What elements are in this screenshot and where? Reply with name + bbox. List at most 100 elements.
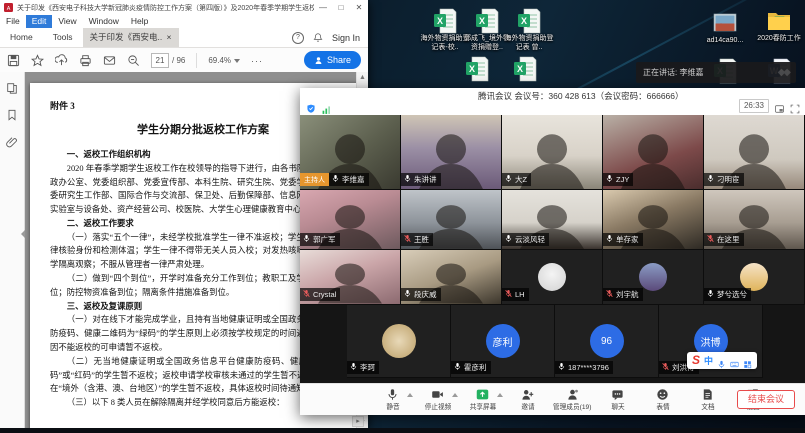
star-icon[interactable] — [31, 54, 44, 67]
security-shield-icon[interactable] — [306, 101, 316, 112]
mic-icon — [706, 289, 715, 300]
participant-tile[interactable]: 刁明宦 — [704, 115, 805, 190]
page-thumbnails-icon[interactable] — [6, 81, 18, 93]
fullscreen-icon[interactable] — [790, 101, 800, 111]
participant-tile[interactable]: 王胜 — [401, 190, 502, 250]
participant-tile[interactable]: 在这里 — [704, 190, 805, 250]
chevron-up-icon[interactable] — [452, 393, 458, 397]
maximize-button[interactable]: □ — [332, 0, 350, 15]
participant-tile[interactable]: LH — [502, 250, 603, 305]
chevron-up-icon[interactable] — [497, 393, 503, 397]
mic-muted-icon — [403, 234, 412, 245]
print-icon[interactable] — [79, 54, 92, 67]
desktop-icon-image[interactable]: ad14ca90... — [700, 10, 750, 46]
camera-button[interactable]: 停止视频 — [415, 388, 460, 412]
desktop-icon-excel[interactable]: X — [452, 56, 502, 82]
scroll-up-arrow[interactable]: ▲ — [357, 72, 368, 83]
page-number-input[interactable]: 21 — [151, 53, 169, 68]
participant-tile[interactable]: 郭广军 — [300, 190, 401, 250]
mic-icon — [331, 174, 340, 185]
ime-toolbar[interactable]: S 中 — [687, 352, 757, 369]
emoji-button[interactable]: 表情 — [640, 388, 685, 412]
help-icon[interactable]: ? — [292, 32, 304, 44]
desktop-icon-label: 2020春防工作 — [757, 35, 801, 44]
mic-button[interactable]: 静音 — [370, 388, 415, 412]
excel-file-icon: X — [475, 8, 499, 34]
participant-tile[interactable]: 单存家 — [603, 190, 704, 250]
minimize-window-icon[interactable] — [774, 101, 785, 111]
desktop-icon-folder[interactable]: 2020春防工作 — [754, 8, 804, 44]
menu-view[interactable]: View — [52, 15, 82, 28]
share-button[interactable]: Share — [304, 51, 361, 69]
close-button[interactable]: ✕ — [350, 0, 368, 15]
menu-window[interactable]: Window — [83, 15, 125, 28]
participant-name-tag: 主持人李维嘉 — [300, 173, 369, 186]
participant-tile[interactable]: 主持人李维嘉 — [300, 115, 401, 190]
mail-icon[interactable] — [103, 54, 116, 67]
desktop-icon-excel[interactable]: X海外物资捐助登记表 曾.. — [504, 8, 554, 53]
doc-button[interactable]: 文档 — [685, 388, 730, 412]
participant-tile[interactable]: 梦兮选兮 — [704, 250, 805, 305]
doc-icon — [701, 388, 714, 401]
end-meeting-button[interactable]: 结束会议 — [737, 390, 795, 409]
notifications-bell-icon[interactable] — [313, 32, 323, 43]
desktop-icon-excel[interactable]: X — [500, 56, 550, 82]
tab-document[interactable]: 关于印发《西安电.. × — [83, 28, 179, 47]
bookmarks-icon[interactable] — [6, 108, 18, 120]
mic-icon — [557, 362, 566, 373]
more-options-button[interactable]: ··· — [251, 56, 263, 66]
members-button[interactable]: 管理成员(19) — [550, 388, 595, 412]
mic-muted-icon — [504, 289, 513, 300]
sign-in-button[interactable]: Sign In — [332, 33, 360, 43]
invite-button[interactable]: 邀请 — [505, 388, 550, 412]
ime-mic-icon[interactable] — [717, 356, 726, 365]
search-zoom-icon[interactable] — [127, 54, 140, 67]
participant-name: Crystal — [313, 290, 336, 299]
chevron-up-icon[interactable] — [407, 393, 413, 397]
participant-tile[interactable]: 段庆威 — [401, 250, 502, 305]
menu-file[interactable]: File — [0, 15, 26, 28]
participant-tile[interactable]: 李珂 — [347, 305, 451, 378]
mic-icon — [453, 362, 462, 373]
minimize-button[interactable]: — — [314, 0, 332, 15]
share-person-icon — [314, 56, 323, 65]
pdf-titlebar: A 关于印发《西安电子科技大学新冠肺炎疫情防控工作方案（第四版）》及2020年春… — [0, 0, 368, 15]
network-signal-icon — [321, 102, 332, 112]
tab-close-icon[interactable]: × — [167, 28, 172, 47]
chat-button[interactable]: 聊天 — [595, 388, 640, 412]
attachments-clip-icon[interactable] — [6, 135, 18, 147]
tab-tools[interactable]: Tools — [43, 28, 83, 47]
emoji-icon — [656, 388, 669, 401]
participant-name-tag: 大Z — [502, 173, 531, 186]
toolbar-button-label: 管理成员(19) — [553, 402, 591, 412]
pdf-scroll-corner[interactable]: ▸ — [352, 416, 364, 427]
menu-help[interactable]: Help — [125, 15, 154, 28]
excel-file-icon: X — [465, 56, 489, 82]
mic-icon — [605, 234, 614, 245]
zoom-level-select[interactable]: 69.4% — [208, 56, 240, 65]
participant-avatar — [382, 324, 416, 358]
ime-keyboard-icon[interactable] — [730, 356, 739, 365]
participant-tile[interactable]: ZJY — [603, 115, 704, 190]
menu-edit[interactable]: Edit — [26, 15, 53, 28]
participant-tile[interactable]: 云淡风轻 — [502, 190, 603, 250]
participant-tile[interactable]: 96187****3796 — [555, 305, 659, 378]
participant-tile[interactable]: 彦利霍彦利 — [451, 305, 555, 378]
participant-tile[interactable]: 朱讲讲 — [401, 115, 502, 190]
upload-cloud-icon[interactable] — [55, 54, 68, 67]
svg-text:X: X — [437, 16, 443, 26]
participant-tile[interactable]: 大Z — [502, 115, 603, 190]
participant-name: 刘宇航 — [616, 289, 639, 300]
folder-file-icon — [767, 8, 791, 34]
pdf-window-title: 关于印发《西安电子科技大学新冠肺炎疫情防控工作方案（第四版）》及2020年春季学… — [17, 3, 314, 13]
participant-tile[interactable]: Crystal — [300, 250, 401, 305]
share-screen-button[interactable]: 共享屏幕 — [460, 388, 505, 412]
tab-home[interactable]: Home — [0, 28, 43, 47]
ime-tools-icon[interactable] — [743, 356, 752, 365]
participant-tile[interactable]: 刘宇航 — [603, 250, 704, 305]
sogou-logo-icon[interactable]: S — [692, 352, 700, 369]
scroll-right-arrow[interactable]: ▸ — [352, 416, 364, 427]
participant-name: 郭广军 — [313, 234, 336, 245]
save-icon[interactable] — [7, 54, 20, 67]
ime-mode-chinese[interactable]: 中 — [704, 354, 713, 367]
